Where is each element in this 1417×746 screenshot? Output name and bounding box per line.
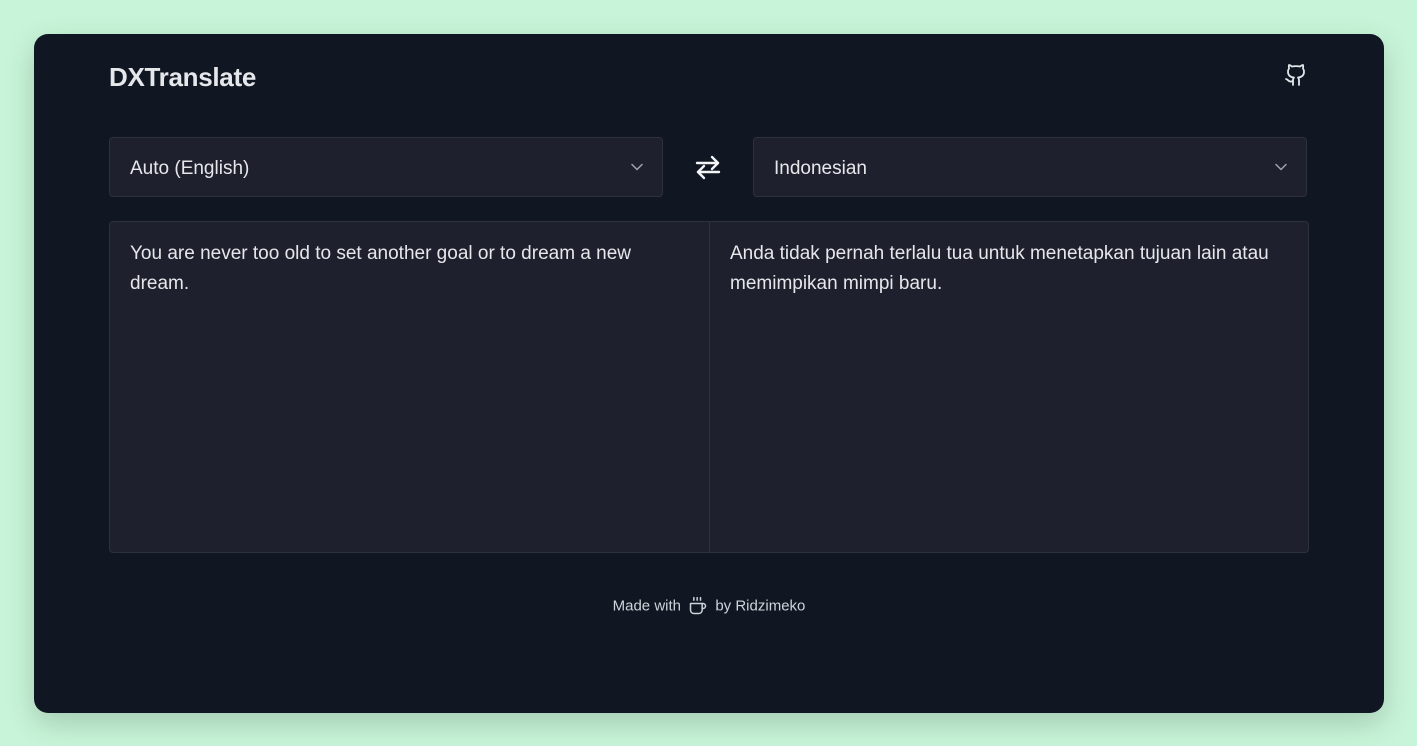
target-language-label: Indonesian [774, 158, 867, 179]
chevron-down-icon [1274, 160, 1288, 174]
header: DXTranslate [109, 60, 1309, 96]
translated-text-output: Anda tidak pernah terlalu tua untuk mene… [709, 221, 1309, 553]
swap-languages-button[interactable] [690, 152, 726, 186]
chevron-down-icon [630, 160, 644, 174]
github-icon [1284, 63, 1308, 92]
footer-author: by Ridzimeko [715, 597, 806, 615]
source-text-input[interactable]: You are never too old to set another goa… [109, 221, 710, 553]
source-language-select[interactable]: Auto (English) [109, 137, 663, 197]
target-language-select[interactable]: Indonesian [753, 137, 1307, 197]
app-window: DXTranslate Auto (English) Indonesian Yo… [34, 34, 1384, 713]
swap-arrows-icon [694, 153, 722, 186]
coffee-icon [688, 596, 708, 616]
footer: Made with by Ridzimeko [34, 596, 1384, 616]
app-title: DXTranslate [109, 62, 256, 92]
footer-made-with: Made with [612, 597, 681, 615]
github-link[interactable] [1283, 63, 1309, 92]
source-language-label: Auto (English) [130, 158, 250, 179]
